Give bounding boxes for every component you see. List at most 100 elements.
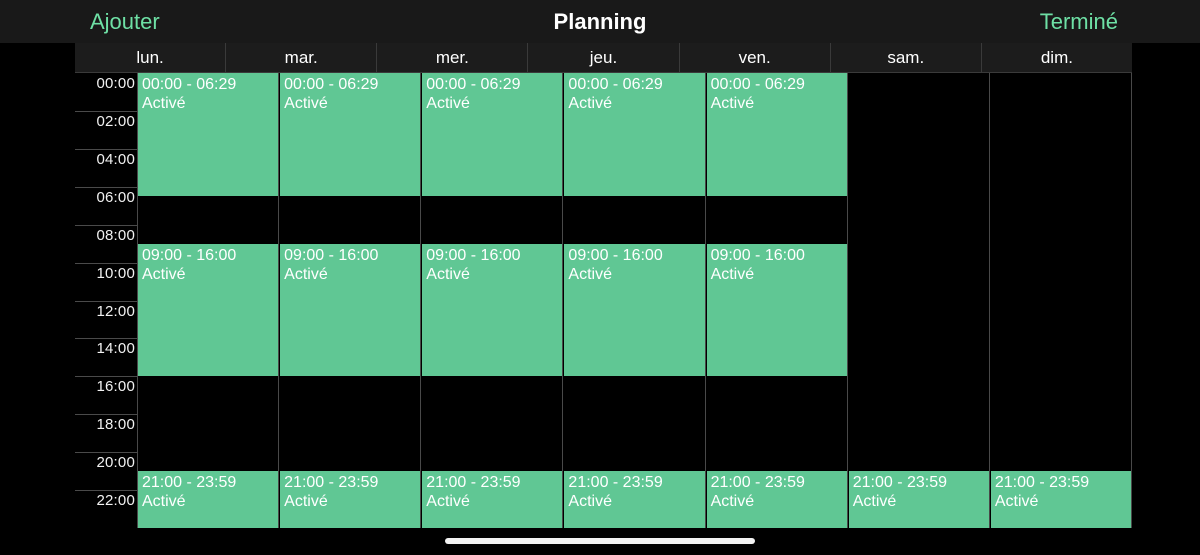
event-time-range: 09:00 - 16:00: [142, 246, 237, 264]
event-state-label: Activé: [142, 493, 186, 511]
add-button[interactable]: Ajouter: [90, 0, 160, 43]
hour-gridline: [75, 300, 137, 302]
hour-gridline: [75, 262, 137, 264]
event-state-label: Activé: [568, 95, 612, 112]
time-label: 02:00: [96, 112, 135, 130]
schedule-event-block[interactable]: 00:00 - 06:29 Activé: [564, 73, 705, 196]
day-header-label: lun.: [136, 48, 164, 67]
time-label: 00:00: [96, 75, 135, 92]
time-ruler-row: 16:00: [0, 376, 137, 413]
day-header-cell[interactable]: mer.: [377, 43, 529, 72]
schedule-event-block[interactable]: 00:00 - 06:29 Activé: [138, 73, 279, 196]
event-state-label: Activé: [568, 493, 612, 511]
schedule-grid: 00:00 02:00 04:00 06:00 08:00 10:00 12:00 14:00…: [0, 73, 1200, 528]
event-time-range: 21:00 - 23:59: [852, 474, 947, 492]
schedule-event-block[interactable]: 21:00 - 23:59 Activé: [990, 471, 1131, 528]
event-time-range: 00:00 - 06:29: [426, 76, 521, 93]
done-button[interactable]: Terminé: [1040, 0, 1118, 43]
day-header-cell[interactable]: mar.: [226, 43, 378, 72]
event-time-range: 00:00 - 06:29: [142, 76, 237, 93]
day-header-label: mar.: [284, 48, 318, 67]
event-time-range: 00:00 - 06:29: [568, 76, 663, 93]
event-time-range: 09:00 - 16:00: [568, 246, 663, 264]
time-ruler-row: 04:00: [0, 148, 137, 186]
hour-gridline: [75, 452, 137, 454]
time-label: 12:00: [96, 302, 135, 320]
home-indicator[interactable]: [445, 538, 755, 544]
event-state-label: Activé: [426, 493, 470, 511]
time-ruler-row: 22:00: [0, 490, 137, 527]
time-ruler-row: 06:00: [0, 186, 137, 224]
time-ruler: 00:00 02:00 04:00 06:00 08:00 10:00 12:00 14:00…: [0, 73, 137, 528]
time-ruler-row: 08:00: [0, 224, 137, 262]
day-header-row: lun. mar. mer. jeu. ven. sam. dim.: [75, 43, 1132, 73]
event-time-range: 21:00 - 23:59: [426, 474, 521, 492]
hour-gridline: [75, 414, 137, 416]
day-column[interactable]: [848, 73, 990, 528]
event-state-label: Activé: [142, 95, 186, 112]
day-header-label: ven.: [738, 48, 771, 67]
event-time-range: 09:00 - 16:00: [284, 246, 379, 264]
hour-gridline: [75, 224, 137, 226]
event-time-range: 09:00 - 16:00: [710, 246, 805, 264]
day-header-cell[interactable]: dim.: [982, 43, 1132, 72]
schedule-event-block[interactable]: 21:00 - 23:59 Activé: [848, 471, 989, 528]
hour-gridline: [75, 338, 137, 340]
time-label: 22:00: [96, 492, 135, 510]
schedule-event-block[interactable]: 00:00 - 06:29 Activé: [280, 73, 421, 196]
schedule-event-block[interactable]: 09:00 - 16:00 Activé: [422, 243, 563, 377]
hour-gridline: [75, 148, 137, 150]
event-state-label: Activé: [994, 493, 1039, 511]
day-header-label: mer.: [435, 48, 469, 67]
schedule-event-block[interactable]: 09:00 - 16:00 Activé: [706, 243, 847, 377]
event-state-label: Activé: [426, 95, 470, 112]
schedule-event-block[interactable]: 21:00 - 23:59 Activé: [280, 471, 421, 528]
event-time-range: 00:00 - 06:29: [284, 76, 379, 93]
schedule-event-block[interactable]: 09:00 - 16:00 Activé: [138, 243, 279, 377]
schedule-event-block[interactable]: 21:00 - 23:59 Activé: [138, 471, 279, 528]
day-header-cell[interactable]: jeu.: [528, 43, 680, 72]
schedule-event-block[interactable]: 21:00 - 23:59 Activé: [706, 471, 847, 528]
day-column[interactable]: [990, 73, 1132, 528]
event-time-range: 21:00 - 23:59: [994, 474, 1090, 492]
schedule-event-block[interactable]: 09:00 - 16:00 Activé: [280, 243, 421, 377]
schedule-event-block[interactable]: 21:00 - 23:59 Activé: [564, 471, 705, 528]
event-state-label: Activé: [426, 265, 470, 283]
event-time-range: 09:00 - 16:00: [426, 246, 521, 264]
time-label: 16:00: [96, 378, 135, 396]
hour-gridline: [75, 490, 137, 492]
day-header-cell[interactable]: lun.: [75, 43, 227, 72]
day-header-cell[interactable]: ven.: [680, 43, 831, 72]
schedule-event-block[interactable]: 00:00 - 06:29 Activé: [706, 73, 847, 196]
schedule-event-block[interactable]: 00:00 - 06:29 Activé: [422, 73, 563, 196]
hour-gridline: [75, 110, 137, 112]
page-title: Planning: [553, 9, 647, 34]
hour-gridline: [75, 186, 137, 188]
day-columns: 00:00 - 06:29 Activé 00:00 - 06:29 Activé 00…: [137, 73, 1132, 528]
time-label: 04:00: [96, 150, 135, 168]
event-state-label: Activé: [284, 493, 328, 511]
day-header-label: jeu.: [589, 48, 618, 67]
time-ruler-row: 00:00: [0, 73, 137, 110]
time-label: 08:00: [96, 226, 135, 244]
hour-gridline: [75, 376, 137, 378]
time-ruler-row: 10:00: [0, 262, 137, 300]
event-state-label: Activé: [710, 493, 755, 511]
navigation-bar: Planning Ajouter Terminé: [0, 0, 1200, 43]
day-header-label: sam.: [887, 48, 925, 67]
day-header-label: dim.: [1040, 48, 1073, 67]
event-time-range: 21:00 - 23:59: [568, 474, 663, 492]
schedule-event-block[interactable]: 09:00 - 16:00 Activé: [564, 243, 705, 377]
time-ruler-row: 12:00: [0, 300, 137, 338]
time-ruler-row: 02:00: [0, 110, 137, 148]
event-state-label: Activé: [568, 265, 612, 283]
time-label: 20:00: [96, 454, 135, 472]
planning-screen: Planning Ajouter Terminé lun. mar. mer. jeu…: [0, 0, 1200, 555]
day-header-cell[interactable]: sam.: [831, 43, 982, 72]
event-state-label: Activé: [710, 265, 755, 283]
event-state-label: Activé: [710, 95, 755, 112]
event-state-label: Activé: [284, 95, 328, 112]
event-time-range: 21:00 - 23:59: [142, 474, 237, 492]
schedule-event-block[interactable]: 21:00 - 23:59 Activé: [422, 471, 563, 528]
event-state-label: Activé: [284, 265, 328, 283]
